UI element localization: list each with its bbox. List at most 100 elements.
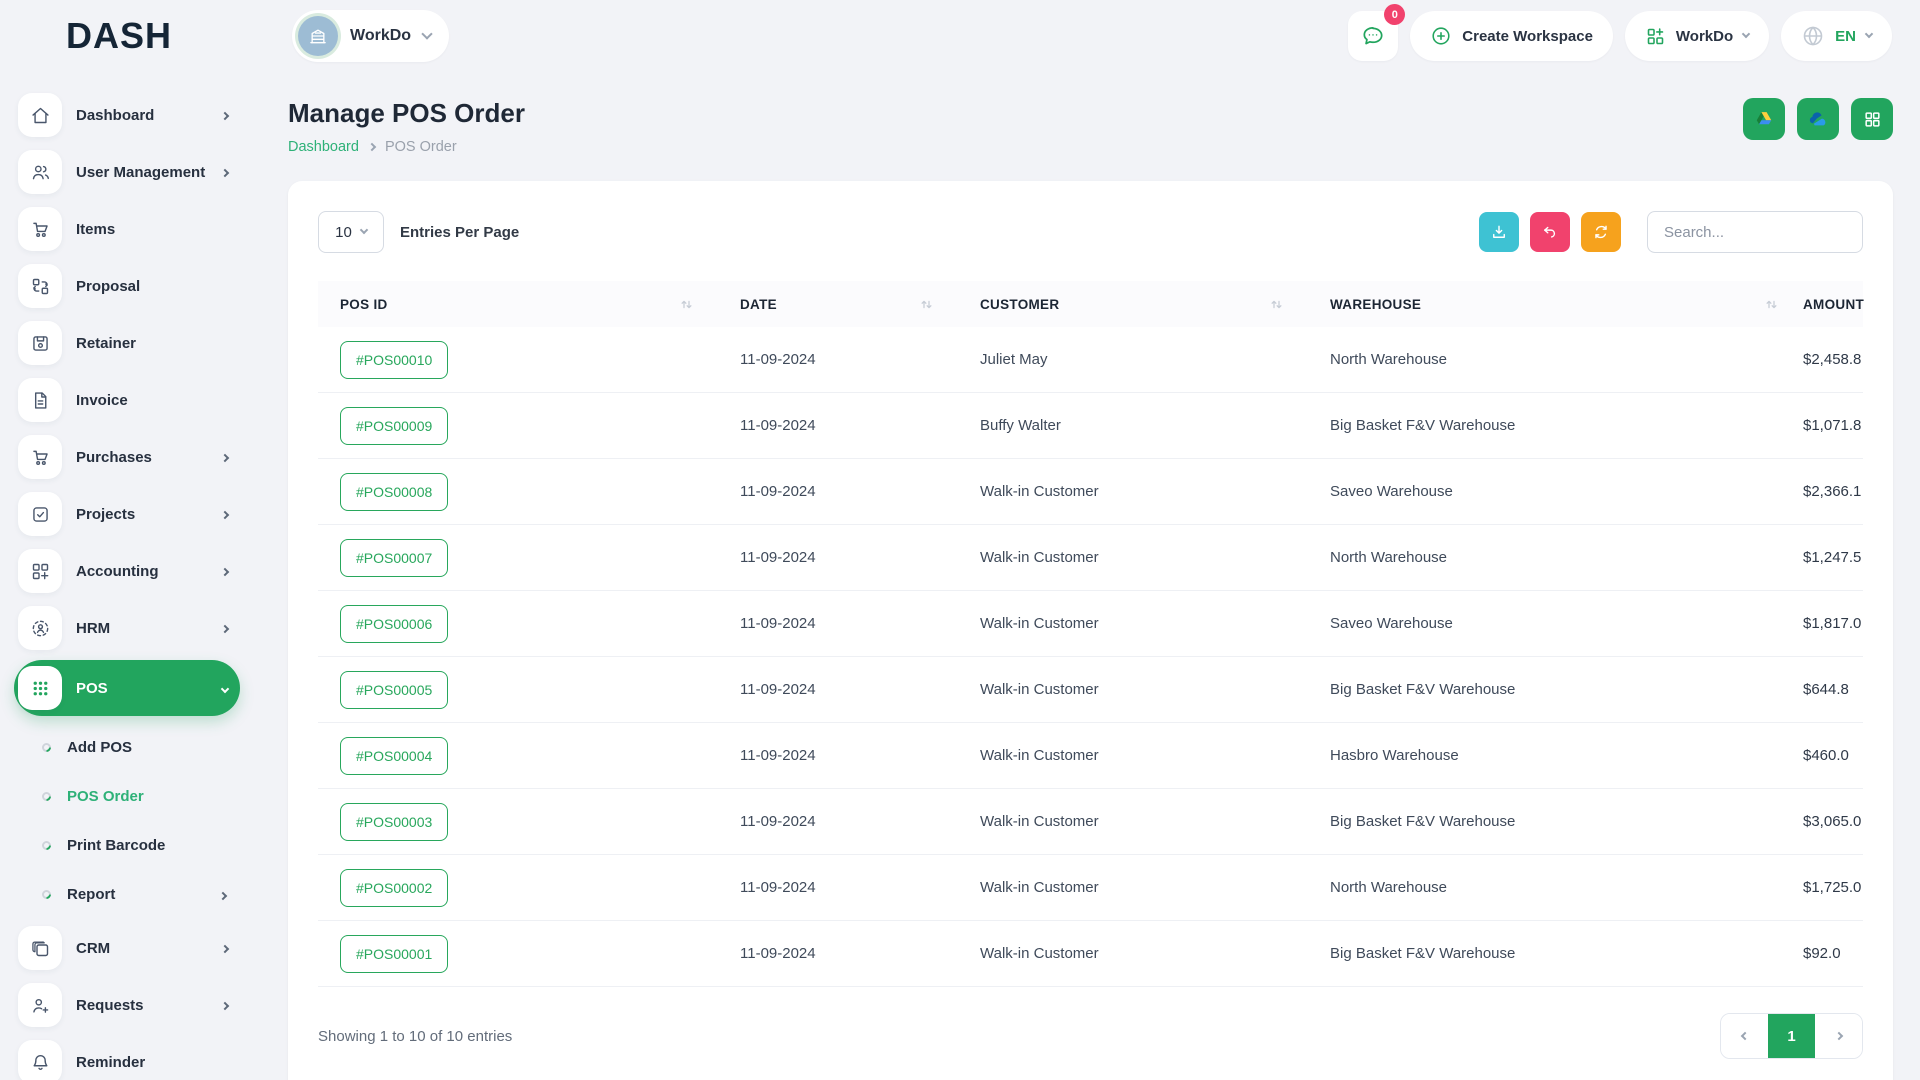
main-content: Manage POS Order Dashboard POS Order [254,72,1920,1080]
chevron-right-icon [221,1002,229,1010]
entries-per-page-value: 10 [335,224,352,241]
bullet-icon [40,888,53,901]
chevron-right-icon [221,945,229,953]
customer-cell: Walk-in Customer [958,681,1308,698]
date-cell: 11-09-2024 [718,549,958,566]
warehouse-cell: Big Basket F&V Warehouse [1308,945,1803,962]
google-drive-button[interactable] [1743,98,1785,140]
sidebar-subitem-report[interactable]: Report [14,870,240,919]
app-menu-button[interactable]: WorkDo [1625,11,1769,61]
column-header-customer[interactable]: CUSTOMER [958,297,1308,312]
pos-id-link[interactable]: #POS00001 [340,935,448,973]
download-icon [1490,223,1508,241]
column-header-date[interactable]: DATE [718,297,958,312]
export-button[interactable] [1479,212,1519,252]
pos-id-link[interactable]: #POS00008 [340,473,448,511]
chevron-right-icon [221,112,229,120]
create-workspace-button[interactable]: Create Workspace [1410,11,1613,61]
language-selector[interactable]: EN [1781,11,1892,61]
table-row: #POS00009 11-09-2024 Buffy Walter Big Ba… [318,393,1863,459]
sort-icon [919,297,934,312]
pagination-page-1[interactable]: 1 [1768,1014,1815,1058]
pagination-next-button[interactable] [1815,1014,1862,1058]
chevron-right-icon [221,568,229,576]
sidebar-item-requests[interactable]: Requests [14,980,240,1030]
column-header-warehouse[interactable]: WAREHOUSE [1308,297,1803,312]
table-row: #POS00008 11-09-2024 Walk-in Customer Sa… [318,459,1863,525]
dots-grid-icon [30,678,51,699]
warehouse-cell: Saveo Warehouse [1308,483,1803,500]
sidebar-item-accounting[interactable]: Accounting [14,546,240,596]
pos-order-table: POS ID DATE CUSTOMER WAREHOUSE [318,281,1863,987]
grid-view-button[interactable] [1851,98,1893,140]
document-icon [30,390,51,411]
pos-id-link[interactable]: #POS00003 [340,803,448,841]
sidebar-item-retainer[interactable]: Retainer [14,318,240,368]
warehouse-cell: Big Basket F&V Warehouse [1308,417,1803,434]
sidebar-item-purchases[interactable]: Purchases [14,432,240,482]
table-row: #POS00004 11-09-2024 Walk-in Customer Ha… [318,723,1863,789]
swap-boxes-icon [30,276,51,297]
page-header: Manage POS Order Dashboard POS Order [288,98,1893,155]
warehouse-cell: Hasbro Warehouse [1308,747,1803,764]
onedrive-button[interactable] [1797,98,1839,140]
sidebar-subitem-add-pos[interactable]: Add POS [14,723,240,772]
sidebar-subitem-print-barcode[interactable]: Print Barcode [14,821,240,870]
chevron-right-icon [221,625,229,633]
pos-id-link[interactable]: #POS00009 [340,407,448,445]
breadcrumb-current: POS Order [385,139,457,155]
globe-icon [1801,24,1825,48]
bullet-icon [40,790,53,803]
pos-id-link[interactable]: #POS00010 [340,341,448,379]
sort-icon [679,297,694,312]
sidebar-item-reminder[interactable]: Reminder [14,1037,240,1080]
users-icon [30,162,51,183]
amount-cell: $2,458.8 [1803,351,1885,368]
amount-cell: $92.0 [1803,945,1865,962]
customer-cell: Walk-in Customer [958,945,1308,962]
page-actions [1743,98,1893,140]
sidebar-item-crm[interactable]: CRM [14,923,240,973]
brand-logo[interactable]: DASH [66,18,292,54]
date-cell: 11-09-2024 [718,813,958,830]
reset-button[interactable] [1530,212,1570,252]
sidebar-item-invoice[interactable]: Invoice [14,375,240,425]
search-input[interactable] [1647,211,1863,253]
sidebar-subitem-pos-order[interactable]: POS Order [14,772,240,821]
sidebar-item-dashboard[interactable]: Dashboard [14,90,240,140]
date-cell: 11-09-2024 [718,351,958,368]
date-cell: 11-09-2024 [718,879,958,896]
chevron-right-icon [221,511,229,519]
pagination-prev-button[interactable] [1721,1014,1768,1058]
pos-order-card: 10 Entries Per Page [288,181,1893,1080]
pos-id-link[interactable]: #POS00002 [340,869,448,907]
pos-id-link[interactable]: #POS00006 [340,605,448,643]
column-header-pos-id[interactable]: POS ID [318,297,718,312]
column-header-amount[interactable]: AMOUNT [1803,297,1888,312]
sidebar-item-hrm[interactable]: HRM [14,603,240,653]
sidebar-item-items[interactable]: Items [14,204,240,254]
breadcrumb-dashboard-link[interactable]: Dashboard [288,139,359,155]
home-icon [30,105,51,126]
entries-per-page-select[interactable]: 10 [318,211,384,253]
amount-cell: $3,065.0 [1803,813,1885,830]
chevron-right-icon [221,454,229,462]
grid-icon [1863,110,1882,129]
sidebar-item-user-management[interactable]: User Management [14,147,240,197]
refresh-button[interactable] [1581,212,1621,252]
chevron-left-icon [1740,1032,1748,1040]
language-code: EN [1835,28,1856,45]
customer-cell: Walk-in Customer [958,813,1308,830]
plus-circle-icon [1430,25,1452,47]
warehouse-cell: Big Basket F&V Warehouse [1308,813,1803,830]
pos-id-link[interactable]: #POS00004 [340,737,448,775]
messages-button[interactable]: 0 [1348,11,1398,61]
workspace-selector[interactable]: WorkDo [292,10,449,62]
sidebar-item-pos[interactable]: POS [14,660,240,716]
pos-id-link[interactable]: #POS00005 [340,671,448,709]
sidebar-item-proposal[interactable]: Proposal [14,261,240,311]
bullet-icon [40,839,53,852]
sidebar-item-projects[interactable]: Projects [14,489,240,539]
table-row: #POS00005 11-09-2024 Walk-in Customer Bi… [318,657,1863,723]
pos-id-link[interactable]: #POS00007 [340,539,448,577]
